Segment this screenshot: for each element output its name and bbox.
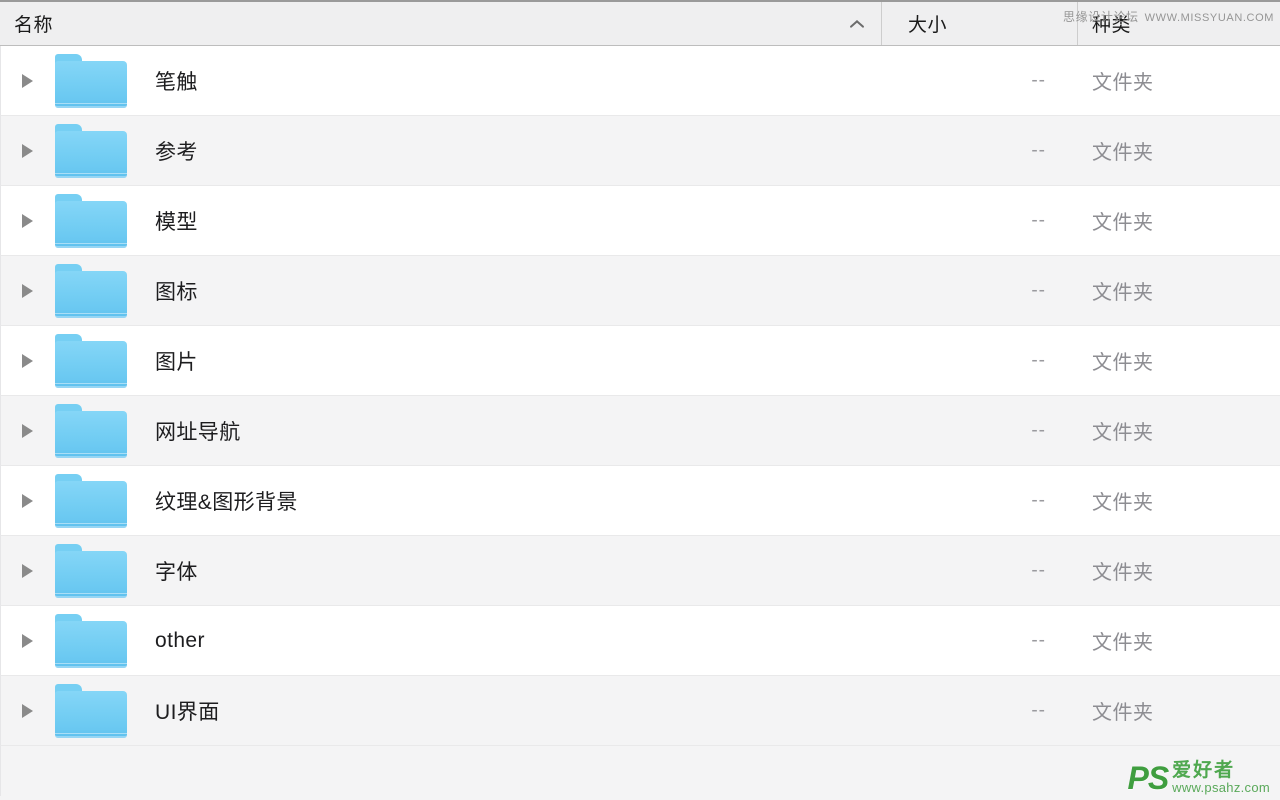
folder-icon <box>55 123 127 178</box>
table-row[interactable]: 字体 -- 文件夹 <box>0 536 1280 606</box>
triangle-right-icon[interactable] <box>13 283 41 298</box>
table-row[interactable]: UI界面 -- 文件夹 <box>0 676 1280 746</box>
table-row[interactable]: 网址导航 -- 文件夹 <box>0 396 1280 466</box>
triangle-right-icon[interactable] <box>13 563 41 578</box>
column-header-name-label: 名称 <box>14 15 54 36</box>
column-header-kind-label: 种类 <box>1092 15 1132 36</box>
column-header-size[interactable]: 大小 <box>881 2 1077 45</box>
folder-icon <box>55 473 127 528</box>
row-name-label: 图片 <box>155 350 198 374</box>
row-name-cell[interactable]: 参考 <box>1 123 882 178</box>
folder-icon <box>55 613 127 668</box>
row-name-label: UI界面 <box>155 700 220 724</box>
folder-icon <box>55 403 127 458</box>
row-name-cell[interactable]: 纹理&图形背景 <box>1 473 882 528</box>
row-name-label: 模型 <box>155 210 198 234</box>
row-kind-cell: 文件夹 <box>1092 72 1154 94</box>
row-name-cell[interactable]: 模型 <box>1 193 882 248</box>
folder-icon <box>55 333 127 388</box>
row-name-label: 字体 <box>155 560 198 584</box>
triangle-right-icon[interactable] <box>13 73 41 88</box>
row-kind-cell: 文件夹 <box>1092 422 1154 444</box>
row-size-cell: -- <box>1031 559 1046 581</box>
triangle-right-icon[interactable] <box>13 633 41 648</box>
row-name-cell[interactable]: 图标 <box>1 263 882 318</box>
table-row[interactable]: 图标 -- 文件夹 <box>0 256 1280 326</box>
file-list: 笔触 -- 文件夹 参考 -- 文件夹 模型 -- 文件夹 图标 -- 文件夹 图片 -- 文件夹 网址导航 -… <box>0 46 1280 746</box>
row-name-cell[interactable]: 图片 <box>1 333 882 388</box>
triangle-right-icon[interactable] <box>13 493 41 508</box>
row-size-cell: -- <box>1031 629 1046 651</box>
row-kind-cell: 文件夹 <box>1092 212 1154 234</box>
row-size-cell: -- <box>1031 279 1046 301</box>
row-name-label: 笔触 <box>155 70 198 94</box>
table-row[interactable]: 模型 -- 文件夹 <box>0 186 1280 256</box>
table-row[interactable]: 参考 -- 文件夹 <box>0 116 1280 186</box>
triangle-right-icon[interactable] <box>13 703 41 718</box>
row-kind-cell: 文件夹 <box>1092 352 1154 374</box>
table-row[interactable]: 纹理&图形背景 -- 文件夹 <box>0 466 1280 536</box>
chevron-up-icon[interactable] <box>850 19 865 28</box>
empty-list-area[interactable] <box>0 746 1280 796</box>
row-kind-cell: 文件夹 <box>1092 142 1154 164</box>
row-name-label: 网址导航 <box>155 420 241 444</box>
row-name-cell[interactable]: 网址导航 <box>1 403 882 458</box>
row-kind-cell: 文件夹 <box>1092 562 1154 584</box>
table-row[interactable]: other -- 文件夹 <box>0 606 1280 676</box>
row-name-cell[interactable]: 笔触 <box>1 53 882 108</box>
folder-icon <box>55 543 127 598</box>
folder-icon <box>55 193 127 248</box>
row-size-cell: -- <box>1031 139 1046 161</box>
row-kind-cell: 文件夹 <box>1092 282 1154 304</box>
folder-icon <box>55 263 127 318</box>
row-size-cell: -- <box>1031 209 1046 231</box>
row-size-cell: -- <box>1031 419 1046 441</box>
table-row[interactable]: 笔触 -- 文件夹 <box>0 46 1280 116</box>
row-name-cell[interactable]: 字体 <box>1 543 882 598</box>
row-name-label: 图标 <box>155 280 198 304</box>
column-header-bar: 名称 大小 种类 思缘设计论坛 WWW.MISSYUAN.COM <box>0 0 1280 46</box>
column-header-size-label: 大小 <box>908 15 948 36</box>
folder-icon <box>55 53 127 108</box>
triangle-right-icon[interactable] <box>13 423 41 438</box>
row-name-cell[interactable]: other <box>1 613 882 668</box>
column-header-name[interactable]: 名称 <box>0 2 881 45</box>
row-kind-cell: 文件夹 <box>1092 702 1154 724</box>
row-name-label: other <box>155 628 205 652</box>
row-size-cell: -- <box>1031 69 1046 91</box>
triangle-right-icon[interactable] <box>13 143 41 158</box>
row-name-label: 参考 <box>155 140 198 164</box>
row-size-cell: -- <box>1031 349 1046 371</box>
row-size-cell: -- <box>1031 699 1046 721</box>
row-name-label: 纹理&图形背景 <box>155 490 298 514</box>
column-header-kind[interactable]: 种类 <box>1077 2 1280 45</box>
triangle-right-icon[interactable] <box>13 213 41 228</box>
table-row[interactable]: 图片 -- 文件夹 <box>0 326 1280 396</box>
row-size-cell: -- <box>1031 489 1046 511</box>
row-name-cell[interactable]: UI界面 <box>1 683 882 738</box>
folder-icon <box>55 683 127 738</box>
triangle-right-icon[interactable] <box>13 353 41 368</box>
finder-list-window: 名称 大小 种类 思缘设计论坛 WWW.MISSYUAN.COM 笔触 -- 文件夹参… <box>0 0 1280 800</box>
row-kind-cell: 文件夹 <box>1092 632 1154 654</box>
row-kind-cell: 文件夹 <box>1092 492 1154 514</box>
